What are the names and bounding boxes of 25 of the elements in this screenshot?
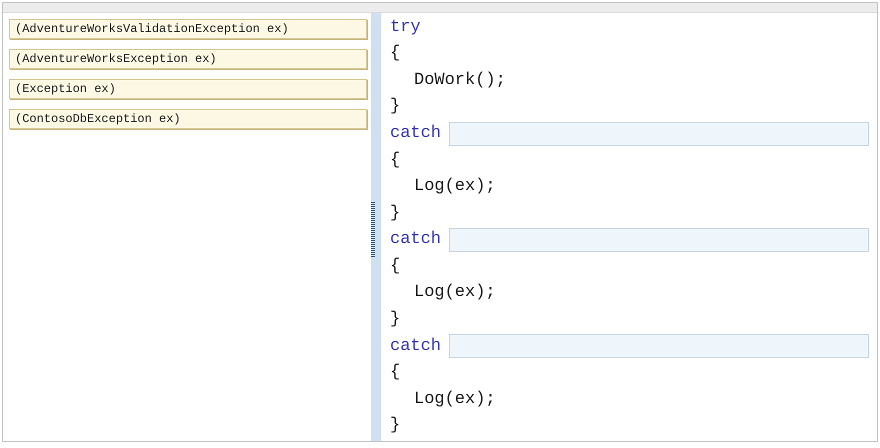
code-keyword: catch xyxy=(390,122,442,145)
draggable-answer[interactable]: (AdventureWorksValidationException ex) xyxy=(9,19,367,39)
code-keyword: catch xyxy=(390,229,442,252)
code-statement: Log(ex); xyxy=(414,388,496,411)
code-statement: Log(ex); xyxy=(414,176,496,198)
code-brace: { xyxy=(390,256,400,278)
grip-icon xyxy=(371,201,375,257)
draggable-answer[interactable]: (Exception ex) xyxy=(9,79,367,99)
drop-target[interactable] xyxy=(449,228,869,252)
code-brace: } xyxy=(390,202,400,225)
code-statement: Log(ex); xyxy=(414,282,496,304)
code-keyword: try xyxy=(390,16,421,39)
code-brace: } xyxy=(390,309,400,332)
draggable-answer[interactable]: (AdventureWorksException ex) xyxy=(9,49,367,69)
code-brace: { xyxy=(390,362,400,384)
code-brace: } xyxy=(390,415,400,438)
code-brace: { xyxy=(390,43,400,66)
draggable-answer[interactable]: (ContosoDbException ex) xyxy=(9,109,367,129)
code-brace: { xyxy=(390,150,400,172)
drop-target[interactable] xyxy=(449,334,869,358)
code-keyword: catch xyxy=(390,336,442,358)
drop-target[interactable] xyxy=(449,122,869,146)
code-brace: } xyxy=(390,96,400,118)
splitter[interactable] xyxy=(371,13,381,441)
code-statement: DoWork(); xyxy=(414,70,506,92)
